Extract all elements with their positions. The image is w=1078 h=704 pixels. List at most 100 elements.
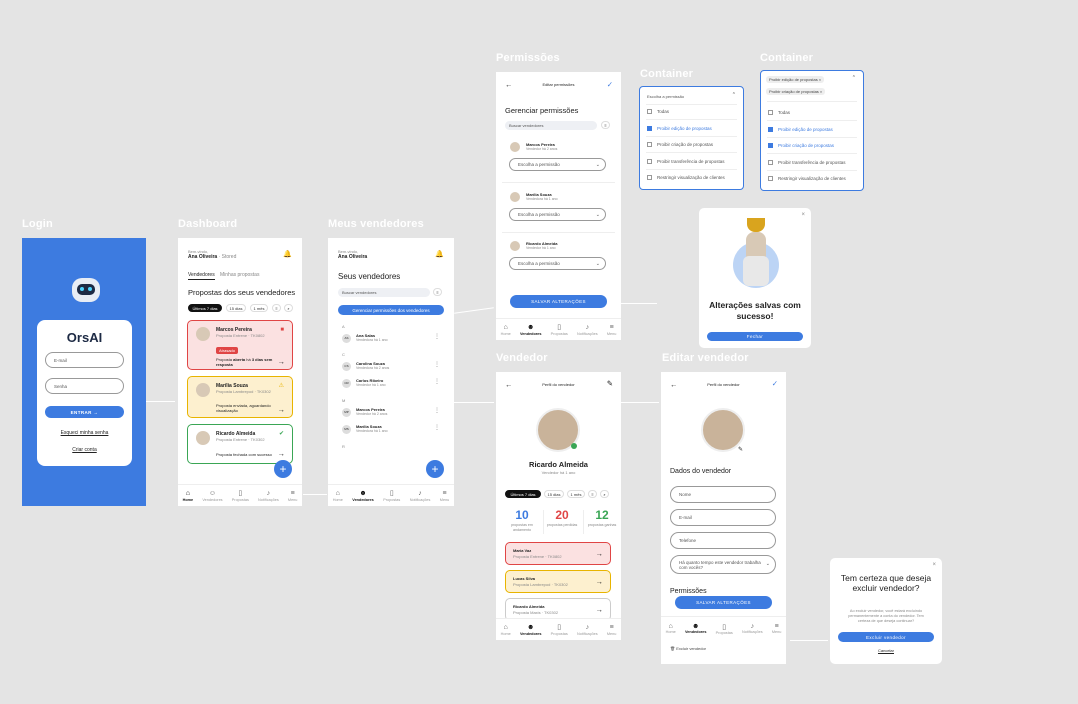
tab-notificacoes[interactable]: ♪ Notificações	[577, 623, 598, 636]
confirm-delete-button[interactable]: Excluir vendedor	[838, 632, 934, 642]
permission-option[interactable]: Proibir criação de propostas	[647, 142, 713, 147]
tenure-select[interactable]: Há quanto tempo este vendedor trabalha c…	[670, 555, 776, 574]
permission-option[interactable]: Todas	[647, 109, 669, 114]
tab-home[interactable]: ⌂ Home	[501, 323, 511, 336]
tab-notificacoes[interactable]: ♪ Notificações	[410, 489, 431, 502]
email-field[interactable]: E-mail	[670, 509, 776, 526]
permission-option[interactable]: Proibir edição de propostas	[768, 126, 833, 132]
arrow-right-icon[interactable]: →	[596, 577, 604, 586]
search-icon[interactable]: ⌕	[284, 304, 293, 312]
manage-permissions-button[interactable]: Gerenciar permissões dos vendedores	[338, 305, 444, 315]
proposal-card[interactable]: Marília Souza Proposta Lambrepod · TK030…	[187, 376, 293, 418]
add-button[interactable]: +	[274, 460, 292, 478]
permission-option[interactable]: Todas	[768, 110, 790, 115]
filter-icon[interactable]: ≡	[601, 121, 610, 129]
close-button[interactable]: Fechar	[707, 332, 803, 341]
bell-icon[interactable]: 🔔	[435, 250, 444, 258]
arrow-right-icon[interactable]: →	[278, 405, 286, 414]
checkbox[interactable]	[768, 110, 773, 115]
filter-7-days[interactable]: Últimos 7 dias	[505, 490, 541, 498]
filter-icon[interactable]: ≡	[272, 304, 281, 312]
seller-row[interactable]: CR Carlos Ribeiro Vendedor há 1 ano ⋮	[328, 377, 454, 393]
permission-select[interactable]: Escolha a permissão ⌄	[509, 257, 606, 270]
close-icon[interactable]: ×	[801, 212, 805, 218]
password-field[interactable]: Senha	[45, 378, 124, 394]
checkbox[interactable]	[647, 142, 652, 147]
checkbox[interactable]	[647, 109, 652, 114]
tab-vendedores[interactable]: Vendedores	[188, 272, 215, 280]
proposal-card[interactable]: Maria Vaz Proposta Entrene · TK0802 →	[505, 542, 611, 565]
checkbox[interactable]	[768, 176, 773, 181]
filter-7-days[interactable]: Últimos 7 dias	[188, 304, 222, 312]
delete-seller-link[interactable]: 🗑 Excluir vendedor	[670, 646, 706, 651]
more-options-icon[interactable]: ⋮	[434, 378, 440, 385]
forgot-password-link[interactable]: Esqueci minha senha	[37, 430, 132, 436]
proposal-card[interactable]: Ricardo Almeida Proposta Entrene · TK030…	[187, 424, 293, 464]
search-icon[interactable]: ⌕	[600, 490, 609, 498]
tab-vendedores-nav[interactable]: ☻ Vendedores	[352, 489, 374, 502]
tab-notificacoes[interactable]: ♪ Notificações	[577, 323, 598, 336]
login-button[interactable]: ENTRAR →	[45, 406, 124, 418]
permission-option[interactable]: Restringir visualização de clientes	[647, 175, 725, 180]
dropdown-head[interactable]: Escolha a permissão	[647, 94, 684, 99]
seller-row[interactable]: AS Ana Salas Vendedora há 1 ano ⋮	[328, 332, 454, 348]
tab-vendedores-nav[interactable]: ☻ Vendedores	[520, 323, 542, 336]
create-account-link[interactable]: Criar conta	[37, 447, 132, 453]
checkbox[interactable]	[768, 143, 773, 148]
save-button[interactable]: SALVAR ALTERAÇÕES	[510, 295, 607, 308]
tab-menu[interactable]: ≡ Menu	[607, 623, 617, 636]
filter-icon[interactable]: ≡	[588, 490, 597, 498]
tab-menu[interactable]: ≡ Menu	[288, 489, 298, 502]
seller-row[interactable]: MP Marcos Pereira Vendedor há 2 anos ⋮	[328, 406, 454, 422]
seller-row[interactable]: MS Marília Souza Vendedora há 1 ano ⋮	[328, 423, 454, 439]
arrow-right-icon[interactable]: →	[596, 605, 604, 614]
checkbox[interactable]	[647, 125, 652, 131]
tab-minhas-propostas[interactable]: Minhas propostas	[220, 272, 259, 278]
checkbox[interactable]	[768, 126, 773, 132]
edit-icon[interactable]: ✎	[607, 379, 613, 388]
phone-field[interactable]: Telefone	[670, 532, 776, 549]
tab-home[interactable]: ⌂ Home	[333, 489, 343, 502]
edit-photo-icon[interactable]: ✎	[738, 446, 744, 453]
permission-select[interactable]: Escolha a permissão ⌄	[509, 208, 606, 221]
tab-notificacoes[interactable]: ♪ Notificações	[258, 489, 279, 502]
filter-15-days[interactable]: 15 dias	[544, 490, 564, 498]
chevron-up-icon[interactable]: ⌃	[732, 92, 736, 98]
tab-vendedores-nav[interactable]: ☺ Vendedores	[202, 489, 222, 502]
permission-select[interactable]: Escolha a permissão ⌄	[509, 158, 606, 171]
selected-tag[interactable]: Proibir criação de propostas ×	[766, 88, 826, 95]
tab-propostas[interactable]: ▯ Propostas	[551, 323, 568, 336]
more-options-icon[interactable]: ⋮	[434, 407, 440, 414]
permission-option[interactable]: Proibir transferência de propostas	[647, 158, 725, 164]
tab-menu[interactable]: ≡ Menu	[772, 623, 782, 634]
filter-15-days[interactable]: 15 dias	[226, 304, 246, 312]
permission-option[interactable]: Proibir edição de propostas	[647, 125, 712, 131]
name-field[interactable]: Nome	[670, 486, 776, 503]
more-options-icon[interactable]: ⋮	[434, 424, 440, 431]
selected-tag[interactable]: Proibir edição de propostas ×	[766, 76, 825, 83]
tab-propostas[interactable]: ▯ Propostas	[232, 489, 249, 502]
checkbox[interactable]	[647, 158, 652, 164]
save-button[interactable]: SALVAR ALTERAÇÕES	[675, 596, 772, 609]
close-icon[interactable]: ×	[932, 562, 936, 568]
tab-home[interactable]: ⌂ Home	[183, 489, 194, 502]
add-button[interactable]: +	[426, 460, 444, 478]
tab-propostas[interactable]: ▯ Propostas	[716, 623, 733, 635]
tab-menu[interactable]: ≡ Menu	[607, 323, 617, 336]
filter-1-month[interactable]: 1 mês	[567, 490, 585, 498]
chevron-up-icon[interactable]: ⌃	[852, 75, 856, 81]
search-input[interactable]: Buscar vendedores	[505, 121, 597, 130]
more-options-icon[interactable]: ⋮	[434, 333, 440, 340]
cancel-link[interactable]: Cancelar	[830, 648, 942, 653]
tab-menu[interactable]: ≡ Menu	[440, 489, 450, 502]
proposal-card[interactable]: Lucas Silva Proposta Lambrepod · TK0302 →	[505, 570, 611, 593]
permission-option[interactable]: Proibir transferência de propostas	[768, 159, 846, 165]
more-options-icon[interactable]: ⋮	[434, 361, 440, 368]
tab-propostas[interactable]: ▯ Propostas	[551, 623, 568, 636]
filter-1-month[interactable]: 1 mês	[250, 304, 268, 312]
tab-vendedores-nav[interactable]: ☻ Vendedores	[685, 623, 707, 634]
tab-notificacoes[interactable]: ♪ Notificações	[742, 623, 763, 634]
proposal-card[interactable]: Marcos Pereira Proposta Entrene · TK0802…	[187, 320, 293, 370]
tab-home[interactable]: ⌂ Home	[501, 623, 511, 636]
checkbox[interactable]	[768, 159, 773, 165]
